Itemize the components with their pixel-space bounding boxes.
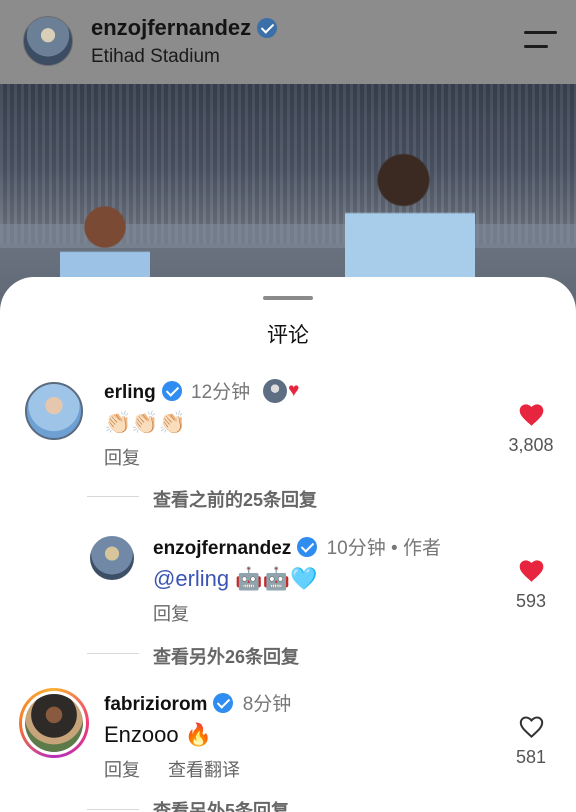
like-count: 581 xyxy=(515,747,547,767)
avatar[interactable] xyxy=(90,536,134,580)
like-heart-outline-icon[interactable] xyxy=(518,714,545,739)
see-translation-button[interactable]: 查看翻译 xyxy=(168,756,240,782)
reply-button[interactable]: 回复 xyxy=(104,444,140,470)
comments-sheet: 评论 erling 12分钟 ♥ 👏🏻👏🏻👏🏻 回复 3,808 查看之前的25… xyxy=(0,277,576,812)
verified-badge-icon xyxy=(161,381,182,401)
drag-handle[interactable] xyxy=(263,296,313,300)
avatar xyxy=(25,694,83,752)
verified-badge-icon xyxy=(257,18,278,38)
post-username[interactable]: enzojfernandez xyxy=(91,15,278,41)
author-tag: • 作者 xyxy=(391,538,441,559)
mention-link[interactable]: @erling xyxy=(153,566,229,591)
comment-header: enzojfernandez 10分钟 • 作者 xyxy=(153,533,441,560)
reply-button[interactable]: 回复 xyxy=(104,756,140,782)
like-count: 593 xyxy=(515,591,547,611)
avatar-story-ring[interactable] xyxy=(19,688,89,758)
view-more-replies[interactable]: 查看另外26条回复 xyxy=(153,643,299,669)
comment-username[interactable]: enzojfernandez xyxy=(153,538,291,559)
like-count: 3,808 xyxy=(508,435,554,455)
comment-username[interactable]: erling xyxy=(104,382,156,403)
sheet-title: 评论 xyxy=(267,324,309,347)
comment-text: Enzooo 🔥 xyxy=(104,722,213,747)
thread-line xyxy=(87,809,139,810)
like-heart-icon[interactable] xyxy=(518,558,545,583)
like-heart-icon[interactable] xyxy=(518,402,545,427)
verified-badge-icon xyxy=(213,693,234,713)
view-more-replies[interactable]: 查看另外5条回复 xyxy=(153,797,289,812)
location-label[interactable]: Etihad Stadium xyxy=(91,46,220,68)
comment-time: 12分钟 xyxy=(191,382,251,403)
comment-header: erling 12分钟 ♥ xyxy=(104,377,299,404)
comment-text: @erling 🤖🤖🩵 xyxy=(153,566,317,592)
username-text[interactable]: enzojfernandez xyxy=(91,15,251,40)
comment-header: fabriziorom 8分钟 xyxy=(104,689,291,716)
comment-time: 8分钟 xyxy=(242,694,292,715)
comment-time: 10分钟 xyxy=(326,538,386,559)
post-header: enzojfernandez Etihad Stadium xyxy=(0,0,576,84)
menu-icon[interactable] xyxy=(524,30,557,50)
comment-text: 👏🏻👏🏻👏🏻 xyxy=(104,410,187,435)
comment-username[interactable]: fabriziorom xyxy=(104,694,207,715)
thread-line xyxy=(87,496,139,497)
avatar[interactable] xyxy=(23,16,73,66)
verified-badge-icon xyxy=(297,537,318,557)
liked-by-author-icon: ♥ xyxy=(263,379,299,403)
comment-emoji: 🤖🤖🩵 xyxy=(229,566,318,591)
thread-line xyxy=(87,653,139,654)
reply-button[interactable]: 回复 xyxy=(153,600,189,626)
view-more-replies[interactable]: 查看之前的25条回复 xyxy=(153,486,317,512)
avatar[interactable] xyxy=(25,382,83,440)
